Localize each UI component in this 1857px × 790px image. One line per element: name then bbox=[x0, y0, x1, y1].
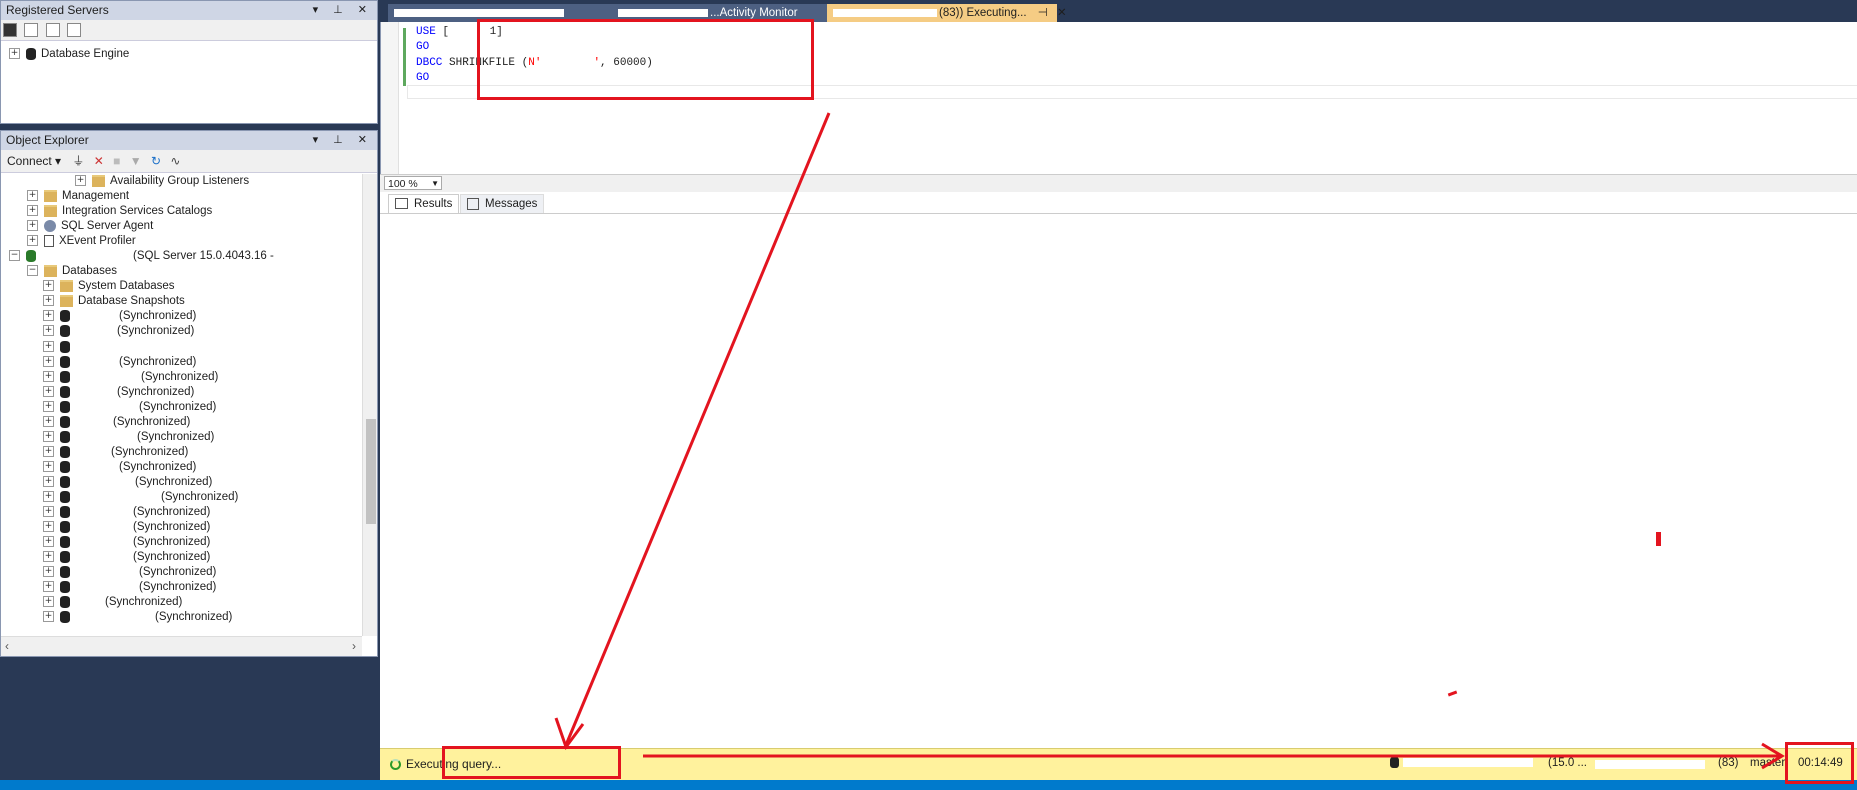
arrow-code-to-status bbox=[564, 112, 831, 746]
arrowhead-down bbox=[554, 717, 585, 751]
annotation-arrows bbox=[554, 112, 1785, 770]
